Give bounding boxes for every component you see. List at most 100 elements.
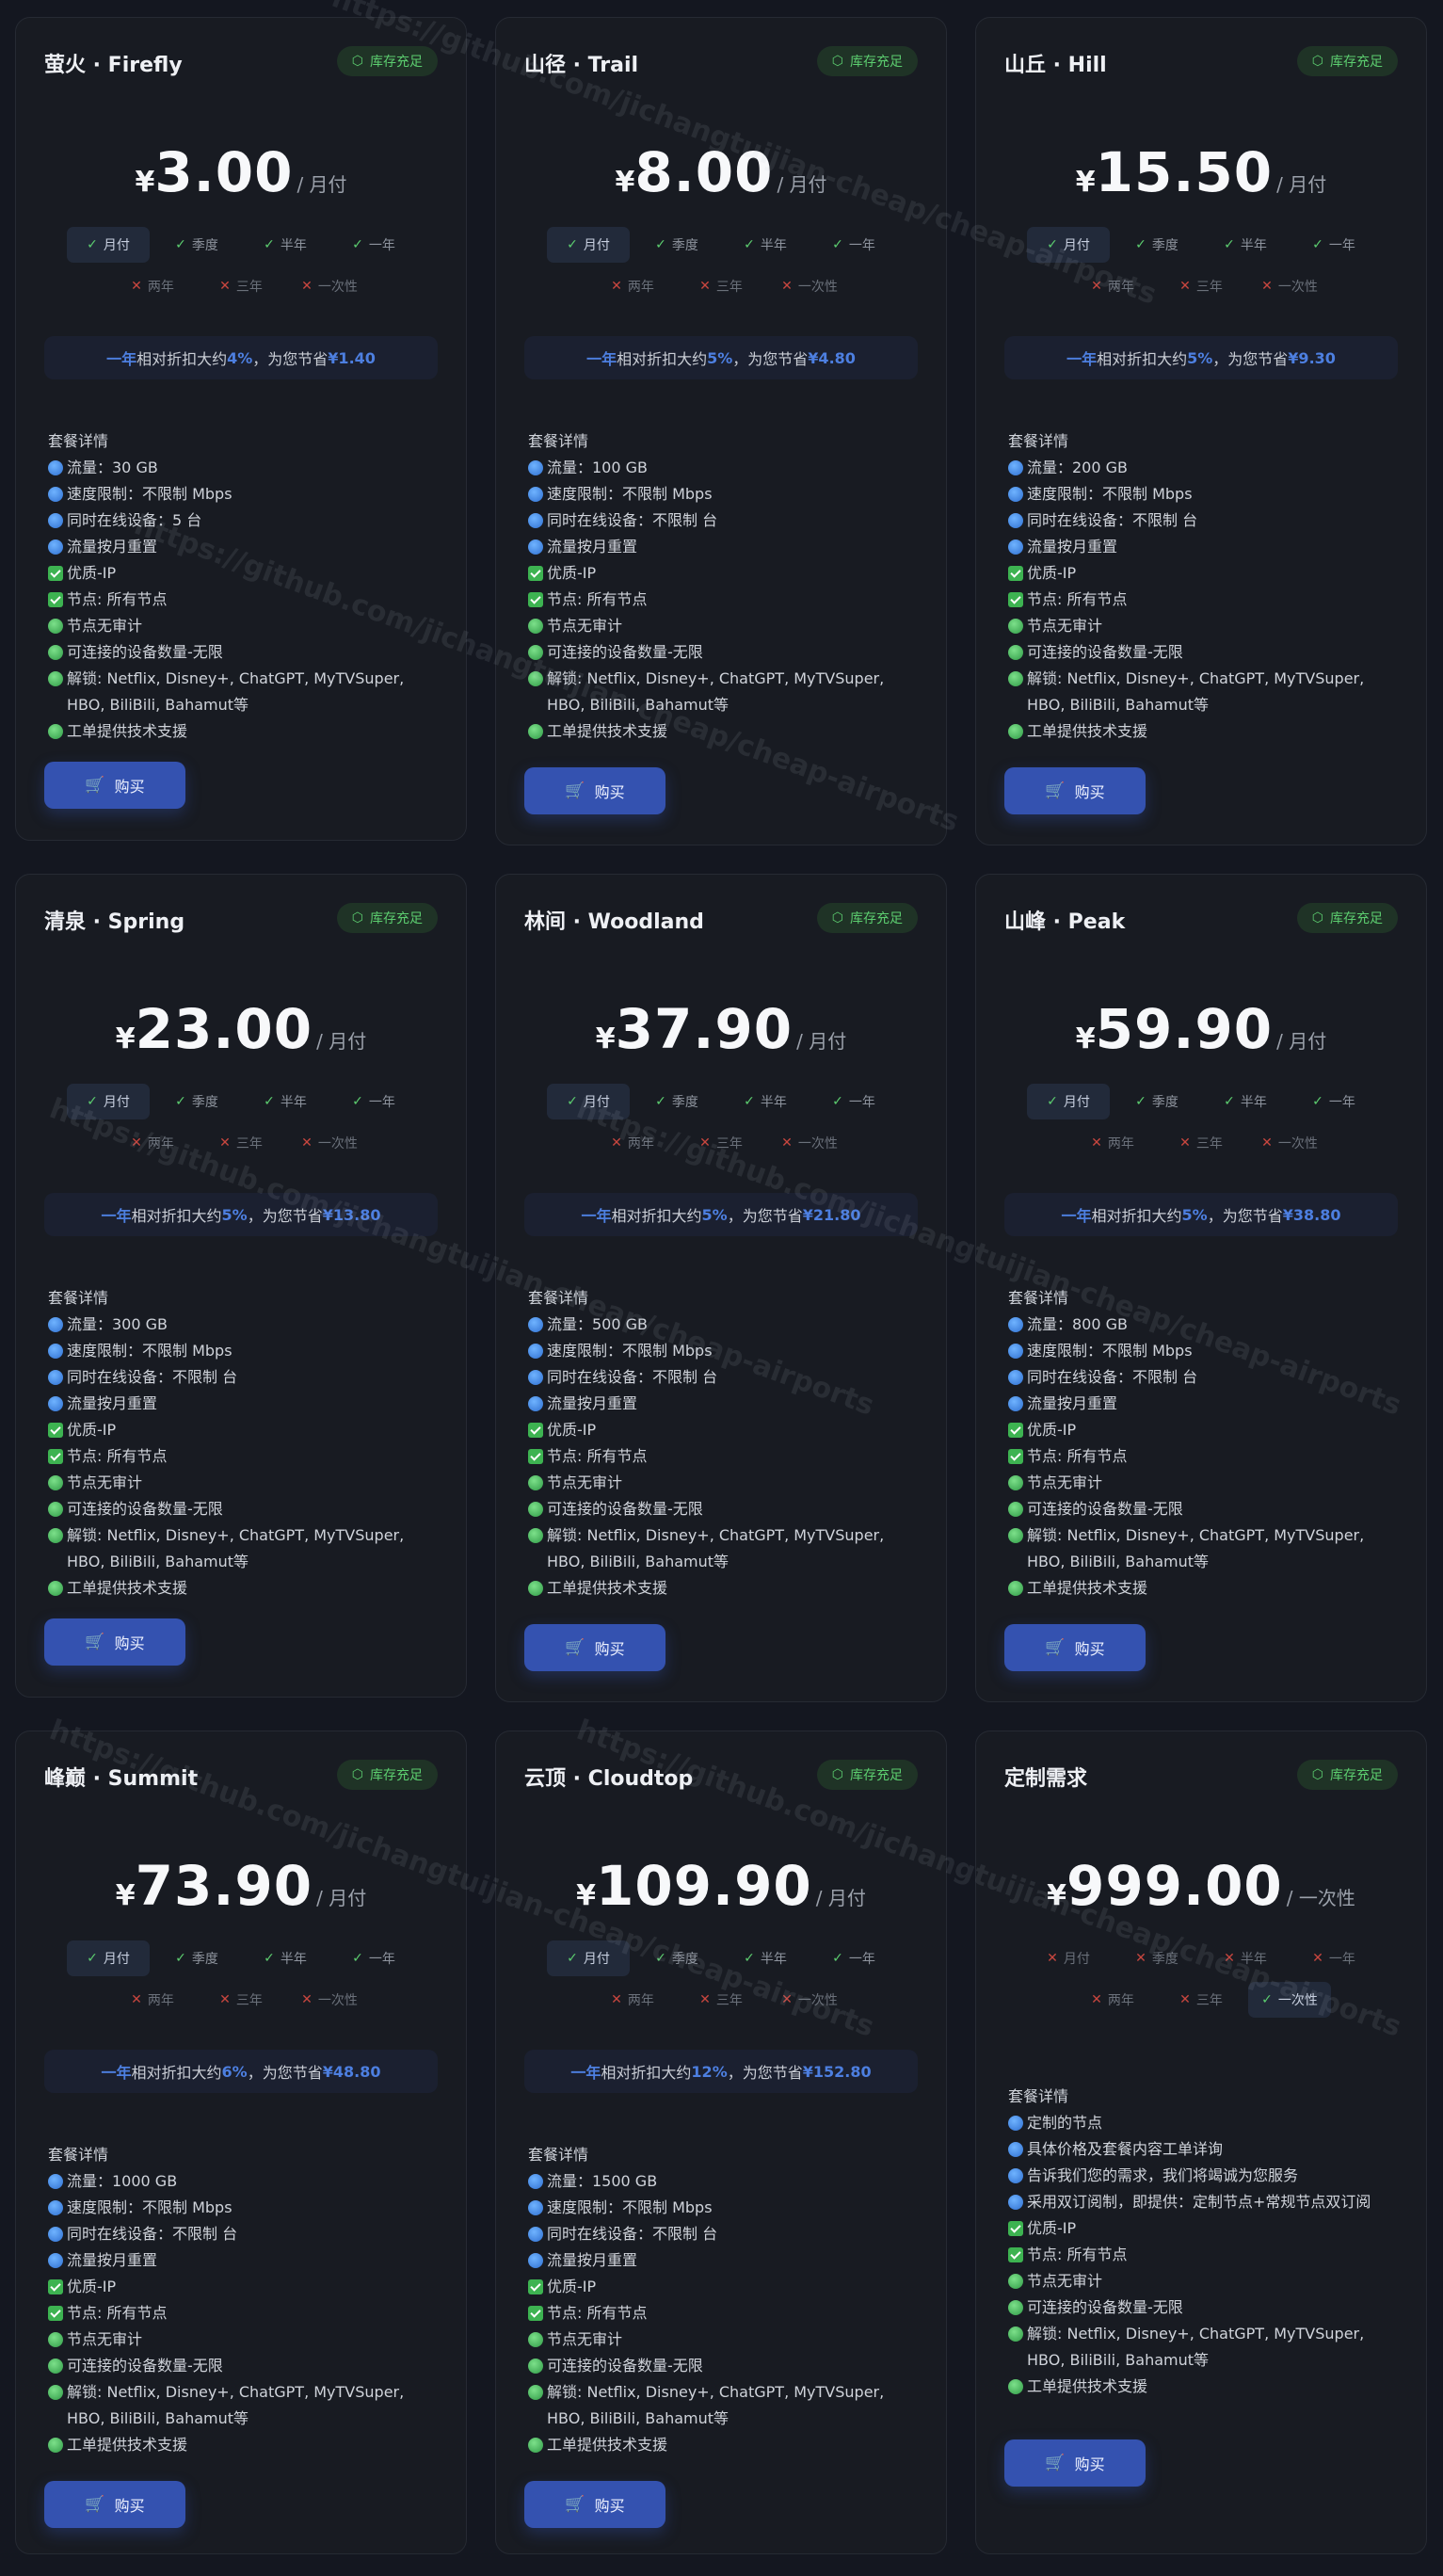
feature-item: 同时在线设备：不限制 台 [528, 2221, 918, 2247]
period-half[interactable]: ✓ 半年 [724, 1940, 807, 1976]
green-dot-icon [48, 2359, 63, 2374]
buy-button[interactable]: 🛒 购买 [524, 1624, 665, 1671]
period-quarter[interactable]: ✓ 季度 [155, 227, 238, 263]
period-row: ✕ 两年 ✕ 三年 ✕ 一次性 [16, 1125, 466, 1161]
check-icon: ✓ [264, 237, 275, 252]
period-year[interactable]: ✓ 一年 [332, 227, 415, 263]
buy-button[interactable]: 🛒 购买 [1004, 1624, 1146, 1671]
period-quarter[interactable]: ✓ 季度 [635, 1940, 718, 1976]
period-half[interactable]: ✓ 半年 [724, 227, 807, 263]
period-row: ✓ 月付 ✓ 季度 ✓ 半年 ✓ 一年 [976, 1084, 1426, 1119]
period-year[interactable]: ✓ 一年 [812, 1940, 895, 1976]
period-half[interactable]: ✓ 半年 [724, 1084, 807, 1119]
feature-item: 工单提供技术支援 [528, 718, 918, 745]
feature-item: 可连接的设备数量-无限 [1008, 1496, 1398, 1522]
green-dot-icon [48, 2385, 63, 2400]
cross-icon: ✕ [1135, 1951, 1146, 1966]
plan-details: 套餐详情 流量：1500 GB 速度限制：不限制 Mbps 同时在线设备：不限制… [528, 2142, 918, 2458]
buy-button[interactable]: 🛒 购买 [44, 1618, 185, 1666]
period-quarter[interactable]: ✓ 季度 [1115, 227, 1198, 263]
period-once: ✕ 一次性 [301, 1992, 358, 2008]
price: ¥23.00/ 月付 [115, 997, 367, 1061]
feature-item: 工单提供技术支援 [528, 1575, 918, 1602]
feature-item: 解锁: Netflix, Disney+, ChatGPT, MyTVSuper… [528, 2379, 918, 2432]
feature-item: 可连接的设备数量-无限 [528, 639, 918, 666]
feature-item: 优质-IP [528, 2274, 918, 2300]
period-year[interactable]: ✓ 一年 [332, 1084, 415, 1119]
buy-button[interactable]: 🛒 购买 [44, 762, 185, 809]
feature-item: 可连接的设备数量-无限 [528, 2353, 918, 2379]
check-icon: ✓ [655, 237, 666, 252]
period-half[interactable]: ✓ 半年 [244, 1084, 327, 1119]
globe-icon [1008, 1317, 1023, 1332]
price: ¥37.90/ 月付 [595, 997, 847, 1061]
check-icon: ✓ [1135, 1094, 1146, 1109]
period-row: ✕ 两年 ✕ 三年 ✕ 一次性 [976, 1125, 1426, 1161]
period-quarter[interactable]: ✓ 季度 [1115, 1084, 1198, 1119]
stock-badge: ⬡ 库存充足 [336, 46, 438, 76]
period-month[interactable]: ✓ 月付 [67, 1084, 150, 1119]
period-month[interactable]: ✓ 月付 [1027, 227, 1110, 263]
period-half[interactable]: ✓ 半年 [244, 227, 327, 263]
period-year[interactable]: ✓ 一年 [1292, 227, 1375, 263]
period-month[interactable]: ✓ 月付 [67, 1940, 150, 1976]
period-year[interactable]: ✓ 一年 [1292, 1084, 1375, 1119]
cross-icon: ✕ [1261, 279, 1273, 294]
feature-item: 流量：1000 GB [48, 2168, 438, 2195]
period-year[interactable]: ✓ 一年 [332, 1940, 415, 1976]
period-quarter[interactable]: ✓ 季度 [635, 227, 718, 263]
globe-icon [1008, 2168, 1023, 2183]
period-once: ✕ 一次性 [301, 279, 358, 295]
period-year[interactable]: ✓ 一年 [812, 227, 895, 263]
buy-button[interactable]: 🛒 购买 [1004, 767, 1146, 814]
buy-button[interactable]: 🛒 购买 [524, 2481, 665, 2528]
buy-button[interactable]: 🛒 购买 [524, 767, 665, 814]
period-year[interactable]: ✓ 一年 [812, 1084, 895, 1119]
feature-item: 工单提供技术支援 [1008, 718, 1398, 745]
buy-button[interactable]: 🛒 购买 [1004, 2439, 1146, 2487]
period-once[interactable]: ✓ 一次性 [1248, 1982, 1331, 2018]
period-half[interactable]: ✓ 半年 [1204, 1084, 1287, 1119]
feature-item: 可连接的设备数量-无限 [48, 2353, 438, 2379]
stock-badge: ⬡ 库存充足 [1296, 903, 1398, 933]
feature-item: 流量：800 GB [1008, 1312, 1398, 1338]
plan-name: 萤火 · Firefly [44, 54, 183, 77]
cross-icon: ✕ [781, 279, 793, 294]
green-dot-icon [1008, 724, 1023, 739]
feature-item: 速度限制：不限制 Mbps [1008, 481, 1398, 507]
price: ¥999.00/ 一次性 [1047, 1854, 1355, 1918]
period-month[interactable]: ✓ 月付 [547, 1940, 630, 1976]
cube-icon: ⬡ [831, 910, 843, 926]
details-title: 套餐详情 [528, 2146, 589, 2164]
feature-item: 节点无审计 [528, 613, 918, 639]
feature-item: 优质-IP [1008, 2215, 1398, 2242]
period-quarter[interactable]: ✓ 季度 [155, 1940, 238, 1976]
globe-icon [528, 2200, 543, 2215]
check-icon: ✓ [832, 237, 843, 252]
period-month[interactable]: ✓ 月付 [1027, 1084, 1110, 1119]
period-half[interactable]: ✓ 半年 [1204, 227, 1287, 263]
period-quarter[interactable]: ✓ 季度 [155, 1084, 238, 1119]
buy-button[interactable]: 🛒 购买 [44, 2481, 185, 2528]
period-two: ✕ 两年 [1091, 279, 1134, 295]
green-dot-icon [48, 1528, 63, 1543]
cross-icon: ✕ [1261, 1135, 1273, 1151]
globe-icon [528, 2253, 543, 2268]
period-three: ✕ 三年 [1179, 1992, 1223, 2008]
check-icon: ✓ [1312, 237, 1323, 252]
price: ¥73.90/ 月付 [115, 1854, 367, 1918]
period-month[interactable]: ✓ 月付 [67, 227, 150, 263]
globe-icon [48, 460, 63, 475]
period-once: ✕ 一次性 [781, 1992, 838, 2008]
period-quarter[interactable]: ✓ 季度 [635, 1084, 718, 1119]
period-month[interactable]: ✓ 月付 [547, 1084, 630, 1119]
feature-item: 流量按月重置 [528, 2247, 918, 2274]
price: ¥109.90/ 月付 [576, 1854, 866, 1918]
check-box-icon [48, 566, 63, 581]
cross-icon: ✕ [301, 1135, 313, 1151]
plan-name: 山峰 · Peak [1004, 910, 1126, 934]
period-half[interactable]: ✓ 半年 [244, 1940, 327, 1976]
period-once: ✕ 一次性 [1261, 279, 1318, 295]
cross-icon: ✕ [131, 1135, 142, 1151]
period-month[interactable]: ✓ 月付 [547, 227, 630, 263]
